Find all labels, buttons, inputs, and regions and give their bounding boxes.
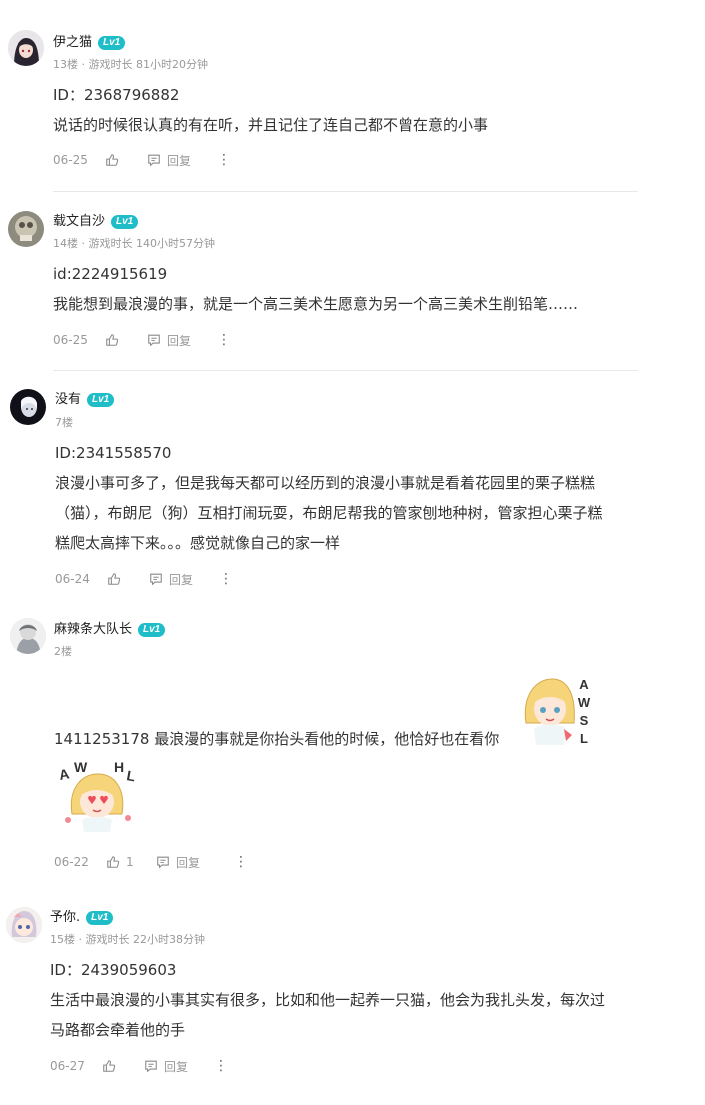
username[interactable]: 载文自沙 Lv1 [53,213,139,231]
comment-line: 糕爬太高摔下来。。。感觉就像自己的家一样 [55,534,341,552]
comment-line: 浪漫小事可多了，但是我每天都可以经历到的浪漫小事就是看着花园里的栗子糕糕 [55,474,596,492]
comment-date: 06-22 [54,855,89,869]
username[interactable]: 予你. Lv1 [50,909,114,927]
reply-label: 回复 [169,572,194,587]
sticker-awsl: A W S L [518,673,596,749]
reply-button[interactable]: 回复 [149,571,219,588]
thumbs-up-icon [108,573,121,585]
sticker-letter: W [74,760,88,775]
sticker-letter: L [580,731,588,746]
comment-icon [150,573,162,586]
divider [53,370,638,371]
comment-icon [148,154,160,167]
comment-line: 我能想到最浪漫的事，就是一个高三美术生愿意为另一个高三美术生削铅笔…… [53,295,579,313]
comment-line: 生活中最浪漫的小事其实有很多，比如和他一起养一只猫，他会为我扎头发，每次过 [50,991,606,1009]
comment-actions: 06-25 回复 ⋮ [53,151,231,169]
username-text[interactable]: 予你. [50,909,80,927]
floor-meta: 15楼 · 游戏时长 22小时38分钟 [50,933,205,946]
avatar[interactable] [8,211,44,247]
level-badge: Lv1 [98,36,126,50]
thumbs-up-icon [106,334,119,346]
comment-date: 06-27 [50,1059,85,1073]
reply-label: 回复 [167,333,192,348]
level-badge: Lv1 [86,911,114,925]
comment-icon [148,334,160,347]
username-text[interactable]: 麻辣条大队长 [54,621,132,639]
floor-meta: 13楼 · 游戏时长 81小时20分钟 [53,58,208,71]
floor-meta: 2楼 [54,645,72,658]
like-button[interactable]: 1 [106,855,156,869]
reply-button[interactable]: 回复 [156,854,234,871]
comment-line: ID：2439059603 [50,961,177,979]
comment-actions: 06-25 回复 ⋮ [53,331,231,349]
sticker-letter: H [114,760,124,775]
sticker-awhl: A W H L [56,759,140,836]
comment-line: 说话的时候很认真的有在听，并且记住了连自己都不曾在意的小事 [53,116,489,134]
comment-line: 1411253178 最浪漫的事就是你抬头看他的时候，他恰好也在看你 [54,730,500,748]
avatar[interactable] [8,30,44,66]
level-badge: Lv1 [87,393,115,407]
more-options-icon[interactable]: ⋮ [217,332,231,348]
like-count: 1 [126,855,134,869]
more-options-icon[interactable]: ⋮ [217,152,231,168]
divider [53,191,638,192]
more-options-icon[interactable]: ⋮ [214,1058,228,1074]
comment-date: 06-25 [53,153,88,167]
username-text[interactable]: 载文自沙 [53,213,105,231]
sticker-letter: A [58,765,71,783]
reply-button[interactable]: 回复 [147,152,217,169]
sticker-letter: S [580,713,589,728]
username[interactable]: 没有 Lv1 [55,391,115,409]
like-button[interactable] [105,333,147,347]
thumbs-up-icon [107,856,120,868]
comment-line: ID:2341558570 [55,444,172,462]
comment-date: 06-24 [55,572,90,586]
comment-icon [145,1060,157,1073]
more-options-icon[interactable]: ⋮ [219,571,233,587]
comment-line: （猫），布朗尼（狗）互相打闹玩耍，布朗尼帮我的管家刨地种树，管家担心栗子糕 [55,504,603,522]
comment-line: id:2224915619 [53,265,168,283]
comment-date: 06-25 [53,333,88,347]
thumbs-up-icon [103,1060,116,1072]
username[interactable]: 麻辣条大队长 Lv1 [54,621,166,639]
floor-meta: 7楼 [55,416,73,429]
floor-meta: 14楼 · 游戏时长 140小时57分钟 [53,237,215,250]
avatar[interactable] [10,618,46,654]
level-badge: Lv1 [138,623,166,637]
reply-label: 回复 [176,855,201,870]
like-button[interactable] [105,153,147,167]
like-button[interactable] [107,572,149,586]
like-button[interactable] [102,1059,144,1073]
thumbs-up-icon [106,154,119,166]
sticker-letter: W [578,695,591,710]
reply-label: 回复 [167,153,192,168]
username[interactable]: 伊之猫 Lv1 [53,34,126,52]
comment-line: 马路都会牵着他的手 [50,1021,186,1039]
avatar[interactable] [6,907,42,943]
more-options-icon[interactable]: ⋮ [234,854,248,870]
comment-line: ID：2368796882 [53,86,180,104]
comment-icon [157,856,169,869]
reply-button[interactable]: 回复 [147,332,217,349]
sticker-letter: L [125,767,137,784]
level-badge: Lv1 [111,215,139,229]
avatar[interactable] [10,389,46,425]
reply-button[interactable]: 回复 [144,1058,214,1075]
comment-actions: 06-22 1 回复 ⋮ [54,853,248,871]
username-text[interactable]: 没有 [55,391,81,409]
username-text[interactable]: 伊之猫 [53,34,92,52]
comment-actions: 06-27 回复 ⋮ [50,1057,228,1075]
comment-actions: 06-24 回复 ⋮ [55,570,233,588]
sticker-letter: A [579,677,589,692]
reply-label: 回复 [164,1059,189,1074]
